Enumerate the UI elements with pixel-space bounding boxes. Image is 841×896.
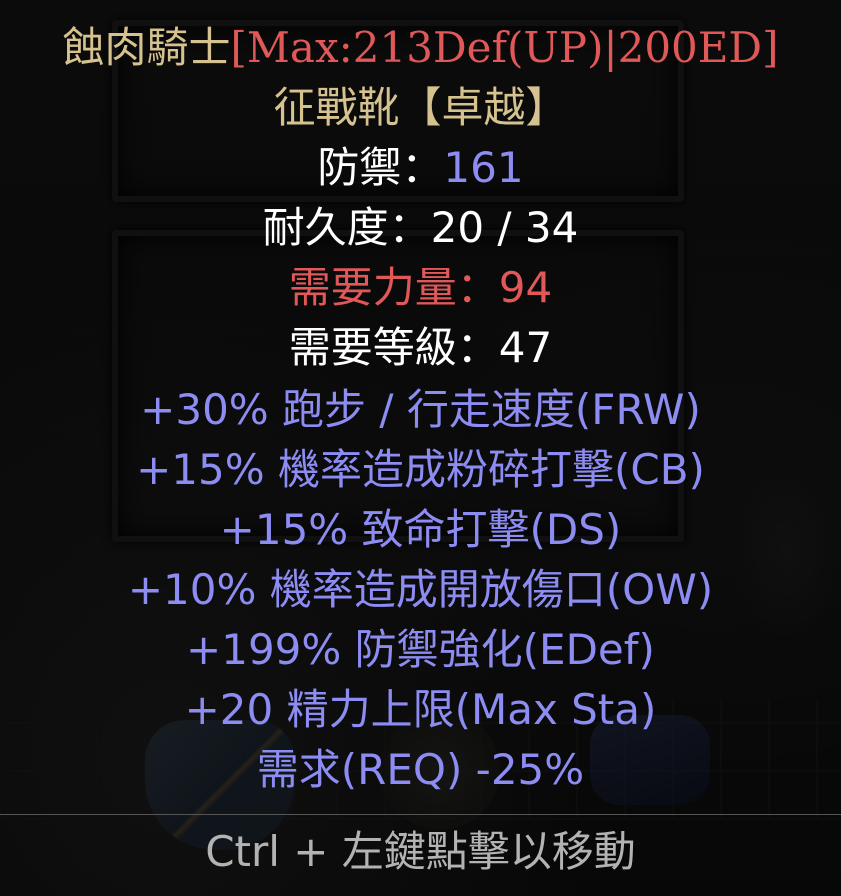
item-tag: [Max:213Def(UP)|200ED] [230,23,779,72]
defense-label: 防禦： [317,143,444,192]
required-level-line: 需要等級：47 [288,323,553,372]
mod-line: +15% 機率造成粉碎打擊(CB) [136,445,705,494]
item-title: 蝕肉騎士[Max:213Def(UP)|200ED] [0,20,841,76]
mod-line: +10% 機率造成開放傷口(OW) [127,565,714,614]
tooltip-divider [0,814,841,815]
required-strength-line: 需要力量：94 [288,263,553,312]
move-hint: Ctrl + 左鍵點擊以移動 [205,827,636,876]
item-name: 蝕肉騎士 [62,23,231,72]
defense-line: 防禦：161 [0,140,841,196]
item-base-type: 征戰靴【卓越】 [273,83,568,132]
defense-value: 161 [443,143,524,192]
mod-line: +20 精力上限(Max Sta) [184,685,657,734]
mod-line: +30% 跑步 / 行走速度(FRW) [140,385,701,434]
item-tooltip: 蝕肉騎士[Max:213Def(UP)|200ED] 征戰靴【卓越】 防禦：16… [0,0,841,896]
mod-line: 需求(REQ) -25% [256,745,585,794]
mod-line: +15% 致命打擊(DS) [219,505,622,554]
durability-line: 耐久度：20 / 34 [262,203,579,252]
mod-line: +199% 防禦強化(EDef) [186,625,655,674]
